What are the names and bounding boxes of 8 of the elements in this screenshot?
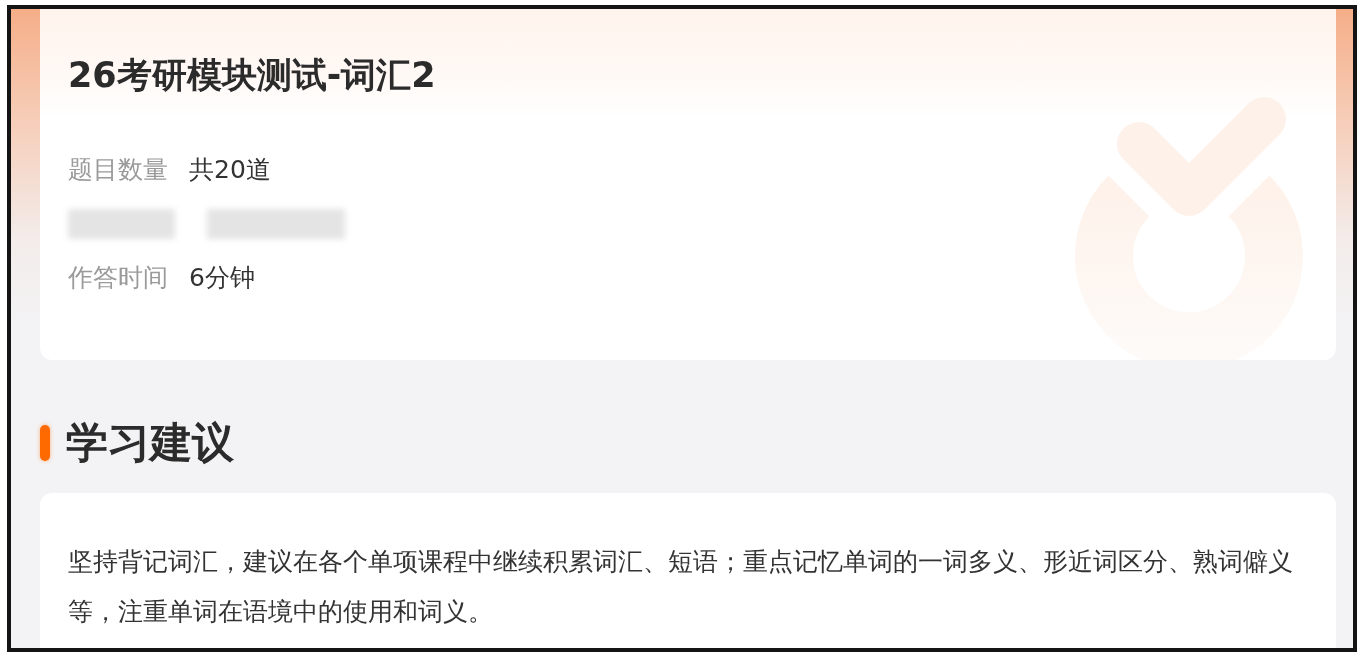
section-heading: 学习建议 <box>66 417 234 469</box>
accent-bar-icon <box>40 425 50 461</box>
info-value: 6分钟 <box>189 262 255 295</box>
test-title: 26考研模块测试-词汇2 <box>68 54 437 97</box>
info-value: 共20道 <box>189 154 271 187</box>
advice-text: 坚持背记词汇，建议在各个单项课程中继续积累词汇、短语；重点记忆单词的一词多义、形近词区分、熟词僻义等，注重单词在语境中的使用和词义。 <box>68 546 1294 628</box>
info-label: 作答时间 <box>68 262 168 295</box>
info-label: 题目数量 <box>68 154 168 187</box>
